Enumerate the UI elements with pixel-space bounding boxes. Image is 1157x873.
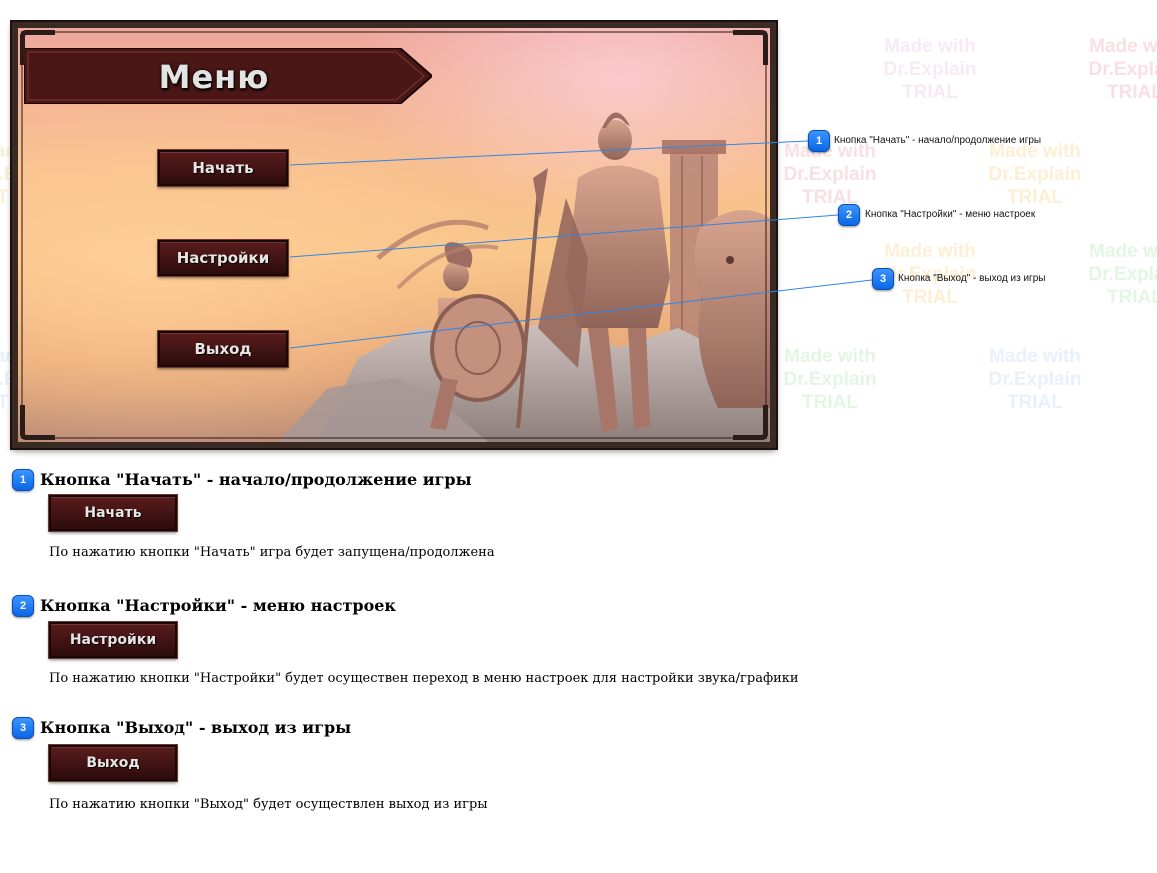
start-button[interactable]: Начать <box>157 149 289 187</box>
section-badge-3: 3 <box>12 717 34 739</box>
trial-watermark: Made withDr.ExplainTRIAL <box>765 345 895 414</box>
trial-watermark: Made withDr.ExplainTRIAL <box>970 140 1100 209</box>
trial-watermark-line: Made with <box>884 241 976 262</box>
trial-watermark-line: Made with <box>884 36 976 57</box>
callout-text-2: Кнопка "Настройки" - меню настроек <box>865 209 1036 220</box>
settings-button-preview: Настройки <box>48 621 178 659</box>
section-description-2: По нажатию кнопки "Настройки" будет осущ… <box>49 671 799 686</box>
callout-text-1: Кнопка "Начать" - начало/продолжение игр… <box>834 135 1042 146</box>
section-heading-2: Кнопка "Настройки" - меню настроек <box>40 596 396 615</box>
trial-watermark: Made withDr.ExplainTRIAL <box>1070 35 1157 104</box>
trial-watermark-line: Dr.Explain <box>883 59 977 80</box>
trial-watermark-line: Dr.Explain <box>783 164 877 185</box>
trial-watermark-line: TRIAL <box>802 187 858 208</box>
callout-badge-3: 3 <box>872 268 894 290</box>
section-heading-3: Кнопка "Выход" - выход из игры <box>40 718 352 737</box>
trial-watermark: Made withDr.ExplainTRIAL <box>865 35 995 104</box>
section-description-1: По нажатию кнопки "Начать" игра будет за… <box>49 545 495 560</box>
start-button-preview: Начать <box>48 494 178 532</box>
trial-watermark-line: Dr.Explain <box>988 369 1082 390</box>
trial-watermark-line: Dr.Explain <box>1088 59 1157 80</box>
menu-title: Меню <box>158 58 270 96</box>
trial-watermark-line: TRIAL <box>1107 287 1157 308</box>
section-description-3: По нажатию кнопки "Выход" будет осуществ… <box>49 797 488 812</box>
trial-watermark-line: Made with <box>989 346 1081 367</box>
trial-watermark-line: Made with <box>784 346 876 367</box>
trial-watermark-line: TRIAL <box>902 82 958 103</box>
callout-text-3: Кнопка "Выход" - выход из игры <box>898 273 1046 284</box>
trial-watermark-line: TRIAL <box>1007 392 1063 413</box>
exit-button[interactable]: Выход <box>157 330 289 368</box>
trial-watermark: Made withDr.ExplainTRIAL <box>1070 240 1157 309</box>
trial-watermark: Made withDr.ExplainTRIAL <box>970 345 1100 414</box>
trial-watermark-line: TRIAL <box>1007 187 1063 208</box>
callout-badge-1: 1 <box>808 130 830 152</box>
section-heading-1: Кнопка "Начать" - начало/продолжение игр… <box>40 470 472 489</box>
trial-watermark-line: Dr.Explain <box>988 164 1082 185</box>
trial-watermark-line: Dr.Explain <box>783 369 877 390</box>
trial-watermark-line: Dr.Explain <box>1088 264 1157 285</box>
trial-watermark-line: Made with <box>1089 36 1157 57</box>
trial-watermark: Made withDr.ExplainTRIAL <box>765 140 895 209</box>
section-badge-1: 1 <box>12 469 34 491</box>
exit-button-preview: Выход <box>48 744 178 782</box>
settings-button[interactable]: Настройки <box>157 239 289 277</box>
trial-watermark-line: TRIAL <box>802 392 858 413</box>
section-badge-2: 2 <box>12 595 34 617</box>
callout-badge-2: 2 <box>838 204 860 226</box>
trial-watermark-line: TRIAL <box>1107 82 1157 103</box>
game-menu-screenshot: Меню Начать Настройки Выход <box>12 22 776 448</box>
trial-watermark-line: Made with <box>1089 241 1157 262</box>
